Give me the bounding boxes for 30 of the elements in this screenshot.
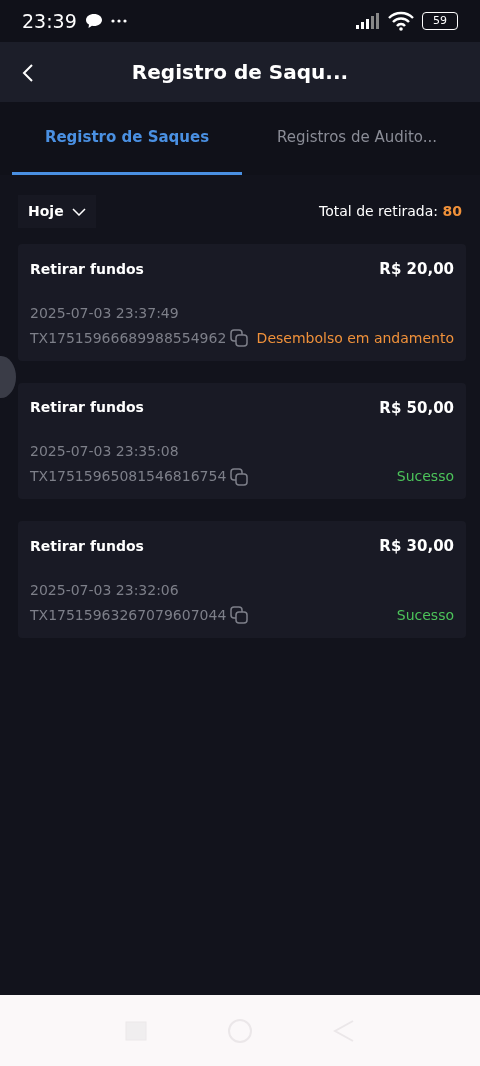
record-amount: R$ 50,00 xyxy=(379,397,454,419)
record-title: Retirar fundos xyxy=(30,536,144,556)
record-datetime: 2025-07-03 23:32:06 xyxy=(30,580,180,600)
record-status: Desembolso em andamento xyxy=(256,328,454,348)
record-datetime: 2025-07-03 23:37:49 xyxy=(30,303,180,323)
transaction-id: TX17515963267079607044 xyxy=(30,605,227,625)
transaction-id: TX17515966689988554962 xyxy=(30,328,227,348)
copy-icon[interactable] xyxy=(230,606,249,624)
chat-bubble-icon xyxy=(84,13,103,29)
copy-icon[interactable] xyxy=(230,467,249,486)
record-title: Retirar fundos xyxy=(30,259,144,279)
copy-icon[interactable] xyxy=(230,329,249,347)
chevron-down-icon xyxy=(71,207,86,216)
battery-icon: 59 xyxy=(422,12,458,30)
page-title: Registro de Saqu... xyxy=(131,59,349,86)
tab[interactable]: Registros de Audito... xyxy=(242,102,472,175)
tab[interactable]: Registro de Saques xyxy=(12,102,242,175)
record-datetime: 2025-07-03 23:35:08 xyxy=(30,442,180,461)
more-icon xyxy=(110,19,127,23)
record-status: Sucesso xyxy=(396,605,454,625)
signal-icon xyxy=(356,13,380,29)
clock-time: 23:39 xyxy=(22,8,77,34)
wifi-icon xyxy=(388,11,414,31)
record-title: Retirar fundos xyxy=(30,398,144,418)
date-filter-dropdown[interactable]: Hoje xyxy=(18,195,96,228)
record-status: Sucesso xyxy=(396,467,454,486)
record-amount: R$ 30,00 xyxy=(379,536,454,557)
total-withdrawal-text: Total de retirada: 80 xyxy=(319,202,462,221)
transaction-id: TX17515965081546816754 xyxy=(30,467,227,486)
record-amount: R$ 20,00 xyxy=(379,259,454,280)
